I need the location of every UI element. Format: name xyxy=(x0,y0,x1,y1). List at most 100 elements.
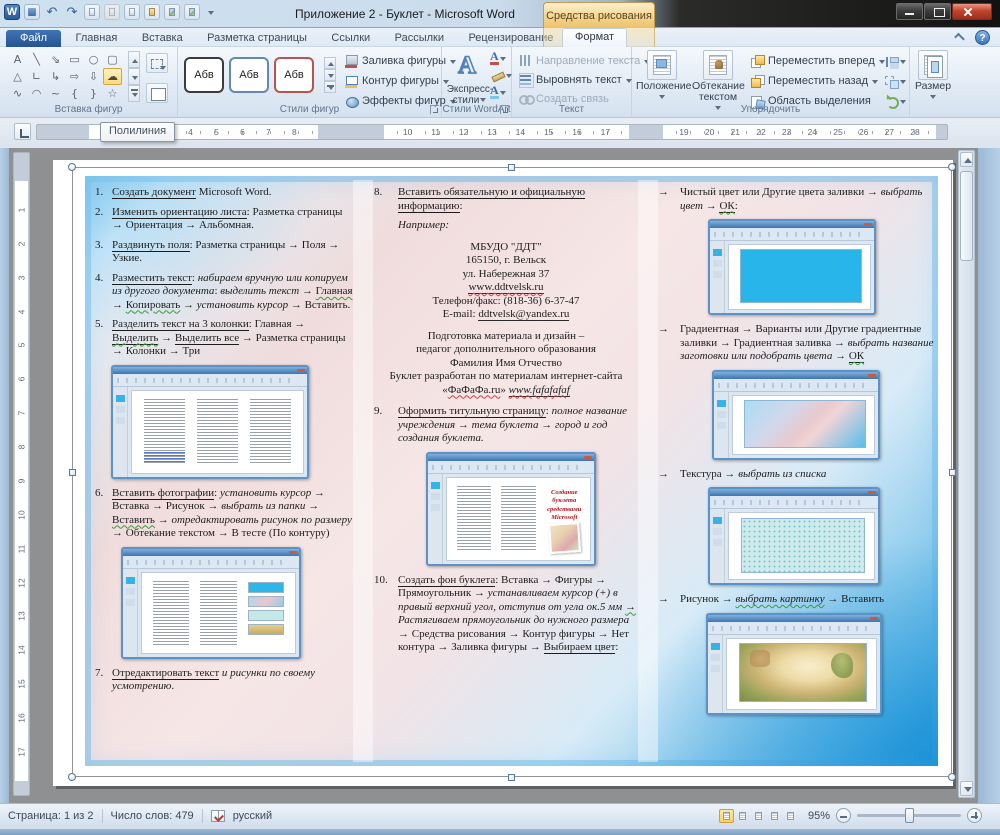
shape-icon[interactable]: ▢ xyxy=(103,51,122,68)
qat-customize-icon[interactable] xyxy=(204,4,218,20)
scroll-up-icon[interactable] xyxy=(128,51,140,68)
wrap-text-button[interactable]: Обтеканиетекстом xyxy=(692,49,744,111)
gallery-more-icon[interactable] xyxy=(128,85,140,102)
shape-icon-cloud-selected[interactable]: ☁ xyxy=(103,68,122,85)
scroll-up-icon[interactable] xyxy=(324,57,336,69)
text-outline-button[interactable] xyxy=(490,66,513,83)
shape-fill-button[interactable]: Заливка фигуры xyxy=(344,51,457,71)
shape-icon[interactable]: ⇩ xyxy=(84,68,103,85)
selection-handle[interactable] xyxy=(508,164,515,171)
zoom-out-icon[interactable] xyxy=(836,808,851,823)
word-count[interactable]: Число слов: 479 xyxy=(111,810,194,822)
size-button[interactable]: Размер xyxy=(907,49,959,100)
booklet-column-3[interactable]: →Чистый цвет или Другие цвета заливки → … xyxy=(658,186,934,768)
page-indicator[interactable]: Страница: 1 из 2 xyxy=(8,810,94,822)
shape-icon[interactable]: ↳ xyxy=(46,68,65,85)
mini-window-canvas xyxy=(141,572,296,654)
shape-icon[interactable]: } xyxy=(84,85,103,102)
fullscreen-view-icon[interactable] xyxy=(735,809,750,823)
draft-view-icon[interactable] xyxy=(783,809,798,823)
text-effects-button[interactable]: А xyxy=(490,83,513,100)
shape-icon[interactable]: ☆ xyxy=(103,85,122,102)
word-logo-icon[interactable]: W xyxy=(4,4,20,20)
booklet-column-2[interactable]: 8.Вставить обязательную и официальную ин… xyxy=(374,186,638,768)
align-objects-button[interactable] xyxy=(884,51,907,71)
selection-handle[interactable] xyxy=(508,774,515,781)
shape-style-sample[interactable]: Абв xyxy=(229,57,269,93)
document-page[interactable]: 1.Создать документ Microsoft Word. 2.Изм… xyxy=(53,160,953,786)
position-button[interactable]: Положение xyxy=(636,49,688,100)
send-backward-button[interactable]: Переместить назад xyxy=(750,71,886,91)
selection-handle[interactable] xyxy=(69,469,76,476)
undo-icon[interactable]: ↶ xyxy=(44,4,60,20)
print-icon[interactable] xyxy=(84,4,100,20)
zoom-slider-thumb[interactable] xyxy=(905,808,914,823)
zoom-slider[interactable] xyxy=(857,814,961,817)
copy-icon[interactable] xyxy=(124,4,140,20)
shape-style-sample[interactable]: Абв xyxy=(274,57,314,93)
paste-icon[interactable] xyxy=(144,4,160,20)
website-link[interactable]: www.ddtvelsk.ru xyxy=(374,281,638,295)
scroll-down-icon[interactable] xyxy=(128,68,140,85)
help-icon[interactable]: ? xyxy=(975,30,990,45)
vertical-ruler[interactable]: 1234567891011121314151617 xyxy=(13,152,30,796)
format-painter-icon[interactable] xyxy=(104,4,120,20)
list-item: 6.Вставить фотографии: установить курсор… xyxy=(95,487,353,541)
scrollbar-thumb[interactable] xyxy=(960,171,973,261)
minimize-button[interactable] xyxy=(896,3,923,20)
outline-view-icon[interactable] xyxy=(767,809,782,823)
draw-text-box-button[interactable] xyxy=(146,83,168,103)
tab-format-active[interactable]: Формат xyxy=(562,28,627,47)
scroll-down-icon[interactable] xyxy=(324,69,336,81)
quick-styles-button[interactable]: А xyxy=(450,50,484,84)
shape-outline-button[interactable]: Контур фигуры xyxy=(344,71,457,91)
bring-forward-button[interactable]: Переместить вперед xyxy=(750,51,886,71)
redo-icon[interactable]: ↷ xyxy=(64,4,80,20)
shape-icon[interactable]: { xyxy=(65,85,84,102)
shape-style-sample[interactable]: Абв xyxy=(184,57,224,93)
selection-handle[interactable] xyxy=(68,163,76,171)
dialog-launcher-icon[interactable] xyxy=(430,105,439,114)
shape-icon[interactable]: ∿ xyxy=(8,85,27,102)
minimize-ribbon-icon[interactable] xyxy=(955,33,964,39)
zoom-level[interactable]: 95% xyxy=(804,810,830,822)
shape-icon[interactable]: A xyxy=(8,51,27,68)
ruler-number: 24 xyxy=(808,127,817,137)
zoom-in-icon[interactable] xyxy=(967,808,982,823)
insert-clipart-icon[interactable] xyxy=(184,4,200,20)
text-fill-button[interactable]: А xyxy=(490,49,513,66)
close-button[interactable] xyxy=(952,3,992,20)
print-layout-view-icon[interactable] xyxy=(719,809,734,823)
edit-shape-button[interactable] xyxy=(146,53,168,73)
shape-icon[interactable]: ∟ xyxy=(27,68,46,85)
language-indicator[interactable]: русский xyxy=(233,810,272,822)
tab-stop-selector[interactable] xyxy=(14,123,31,140)
shape-icon[interactable]: ~ xyxy=(46,85,65,102)
scroll-up-icon[interactable] xyxy=(960,152,973,167)
shape-icon[interactable]: ○ xyxy=(84,51,103,68)
selection-handle[interactable] xyxy=(68,773,76,781)
email-link[interactable]: E-mail: ddtvelsk@yandex.ru xyxy=(374,308,638,322)
insert-picture-icon[interactable] xyxy=(164,4,180,20)
selection-handle[interactable] xyxy=(948,163,956,171)
dialog-launcher-icon[interactable] xyxy=(500,105,509,114)
group-objects-button[interactable] xyxy=(884,71,907,91)
save-icon[interactable] xyxy=(24,4,40,20)
maximize-button[interactable] xyxy=(924,3,951,20)
ruler-number: 3 xyxy=(16,275,26,280)
shape-icon[interactable]: ▭ xyxy=(65,51,84,68)
web-layout-view-icon[interactable] xyxy=(751,809,766,823)
selection-handle[interactable] xyxy=(949,469,956,476)
spellcheck-icon[interactable] xyxy=(211,810,225,822)
shape-icon[interactable]: ╲ xyxy=(27,51,46,68)
booklet-column-1[interactable]: 1.Создать документ Microsoft Word. 2.Изм… xyxy=(95,186,353,768)
shape-icon[interactable]: ⇨ xyxy=(65,68,84,85)
scroll-down-icon[interactable] xyxy=(960,781,973,796)
quick-styles-label[interactable]: Экспресс- стили xyxy=(444,85,496,106)
vertical-scrollbar[interactable] xyxy=(958,150,975,798)
gallery-more-icon[interactable] xyxy=(324,81,336,93)
selection-handle[interactable] xyxy=(948,773,956,781)
shape-icon[interactable]: △ xyxy=(8,68,27,85)
shape-icon[interactable]: ◠ xyxy=(27,85,46,102)
shape-icon[interactable]: ⇘ xyxy=(46,51,65,68)
